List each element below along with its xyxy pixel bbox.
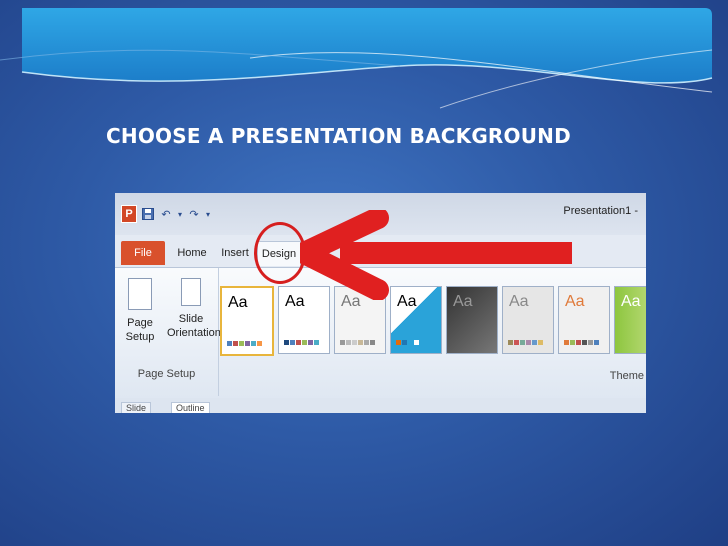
pane-tabs: Slide Outline xyxy=(115,398,646,413)
undo-icon[interactable]: ↶ xyxy=(159,207,173,221)
highlight-circle xyxy=(254,222,306,284)
slide-orientation-label: Slide Orientation xyxy=(167,313,221,339)
slide-orientation-icon xyxy=(181,278,201,306)
header-wave-banner xyxy=(0,8,713,109)
theme-thumbnail[interactable]: Aa xyxy=(220,286,274,356)
page-icon xyxy=(128,278,152,310)
slide-title: CHOOSE A PRESENTATION BACKGROUND xyxy=(106,124,571,148)
theme-thumbnail[interactable]: Aa xyxy=(614,286,646,354)
redo-icon[interactable]: ↷ xyxy=(187,207,201,221)
customize-qat-icon[interactable]: ▾ xyxy=(205,207,211,221)
tab-home[interactable]: Home xyxy=(171,241,213,265)
tab-slides[interactable]: Slide xyxy=(121,402,152,413)
red-arrow-pointer xyxy=(300,210,572,300)
tab-file[interactable]: File xyxy=(121,241,165,265)
powerpoint-app-icon[interactable]: P xyxy=(121,205,137,223)
theme-aa-label: Aa xyxy=(228,294,248,311)
slide-orientation-button[interactable]: Slide Orientation xyxy=(167,278,221,340)
page-setup-group: Page Setup Slide Orientation Page Setup xyxy=(115,268,221,396)
tab-outline[interactable]: Outline xyxy=(171,402,210,413)
quick-access-toolbar: P ↶ ▾ ↷ ▾ xyxy=(121,205,211,223)
page-setup-label: Page Setup xyxy=(125,317,155,343)
save-icon[interactable] xyxy=(141,207,155,221)
page-setup-group-label: Page Setup xyxy=(137,368,196,380)
themes-group-label: Theme xyxy=(609,370,644,382)
theme-aa-label: Aa xyxy=(621,293,641,310)
tab-insert[interactable]: Insert xyxy=(215,241,255,265)
undo-dropdown-icon[interactable]: ▾ xyxy=(177,207,183,221)
page-setup-button[interactable]: Page Setup xyxy=(117,278,163,344)
